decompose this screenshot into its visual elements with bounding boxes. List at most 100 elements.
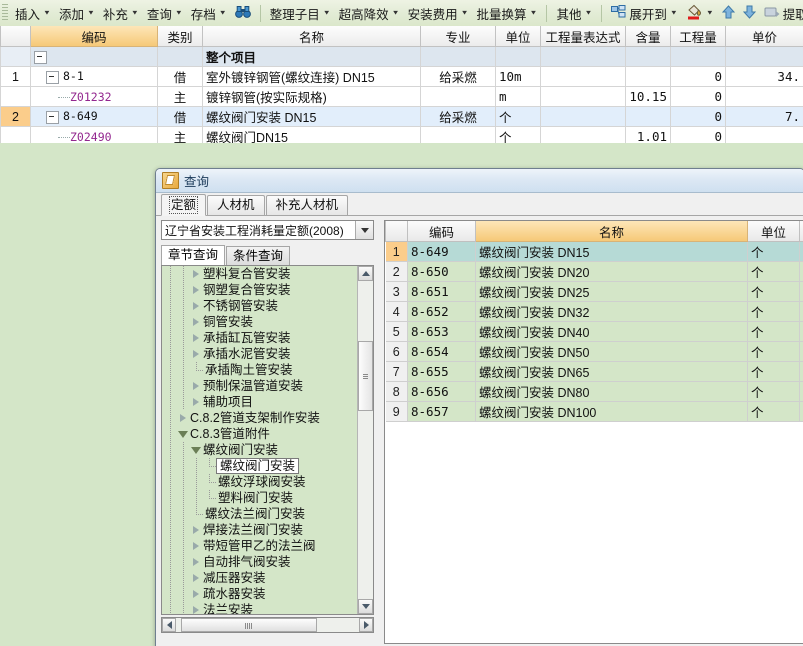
col-header-unit[interactable]: 单位 bbox=[495, 26, 541, 47]
tree-node[interactable]: 塑料复合管安装 bbox=[162, 266, 358, 282]
toolbar-move-up-button[interactable] bbox=[718, 1, 739, 25]
tab-condition-query[interactable]: 条件查询 bbox=[226, 246, 291, 265]
tree-node[interactable]: 螺纹法兰阀门安装 bbox=[162, 506, 358, 522]
result-col-unit[interactable]: 单位 bbox=[747, 221, 800, 242]
scroll-up-icon[interactable] bbox=[358, 266, 373, 281]
tab-quota[interactable]: 定额 bbox=[161, 194, 207, 216]
toolbar-expand-to[interactable]: 展开到 ▼ bbox=[607, 1, 681, 25]
tree-node[interactable]: 带短管甲乙的法兰阀 bbox=[162, 538, 358, 554]
col-header-category[interactable]: 类别 bbox=[157, 26, 203, 47]
chevron-right-icon[interactable] bbox=[190, 590, 201, 598]
chevron-right-icon[interactable] bbox=[190, 526, 201, 534]
tree-node[interactable]: C.8.2管道支架制作安装 bbox=[162, 410, 358, 426]
table-row[interactable]: 1 8-649 螺纹阀门安装 DN15 个 bbox=[385, 241, 803, 262]
tree-node[interactable]: 承插陶土管安装 bbox=[162, 362, 358, 378]
chevron-right-icon[interactable] bbox=[190, 606, 201, 614]
scroll-right-icon[interactable] bbox=[359, 618, 373, 632]
toolbar-supplement[interactable]: 补充 ▼ bbox=[99, 1, 143, 25]
table-row[interactable]: 1 8-1 借 室外镀锌钢管(螺纹连接) DN15 给采燃 10m 0 34. bbox=[0, 66, 803, 87]
toolbar-binoculars-button[interactable] bbox=[231, 1, 255, 25]
toolbar-query[interactable]: 查询 ▼ bbox=[143, 1, 187, 25]
tree-node[interactable]: 承插水泥管安装 bbox=[162, 346, 358, 362]
table-row[interactable]: 8 8-656 螺纹阀门安装 DN80 个 bbox=[385, 381, 803, 402]
chevron-right-icon[interactable] bbox=[190, 398, 201, 406]
tree-node[interactable]: C.8.3管道附件 bbox=[162, 426, 358, 442]
cell-code[interactable]: 8-1 bbox=[30, 66, 158, 87]
cell-code[interactable]: 8-649 bbox=[30, 106, 158, 127]
chevron-right-icon[interactable] bbox=[190, 382, 201, 390]
tab-supplement-labor-material-machine[interactable]: 补充人材机 bbox=[265, 195, 349, 215]
table-row[interactable]: 3 8-651 螺纹阀门安装 DN25 个 bbox=[385, 281, 803, 302]
toolbar-paint-bucket[interactable]: ▼ bbox=[682, 1, 718, 25]
toolbar-move-down-button[interactable] bbox=[739, 1, 760, 25]
chevron-down-icon[interactable] bbox=[355, 221, 373, 239]
tree-node[interactable]: 螺纹阀门安装 bbox=[162, 442, 358, 458]
scrollbar-track[interactable] bbox=[176, 618, 359, 632]
scrollbar-thumb[interactable] bbox=[181, 618, 317, 632]
tree-node[interactable]: 塑料阀门安装 bbox=[162, 490, 358, 506]
tab-chapter-query[interactable]: 章节查询 bbox=[161, 245, 226, 265]
chevron-right-icon[interactable] bbox=[190, 270, 201, 278]
col-header-name[interactable]: 名称 bbox=[202, 26, 421, 47]
collapse-expander-icon[interactable] bbox=[46, 70, 59, 84]
result-col-extra[interactable] bbox=[799, 221, 803, 242]
chevron-down-icon[interactable] bbox=[177, 430, 188, 438]
toolbar-archive[interactable]: 存档 ▼ bbox=[187, 1, 231, 25]
chevron-right-icon[interactable] bbox=[190, 350, 201, 358]
chevron-right-icon[interactable] bbox=[190, 334, 201, 342]
toolbar-grip[interactable] bbox=[2, 4, 8, 22]
quota-library-select[interactable]: 辽宁省安装工程消耗量定额(2008) bbox=[161, 220, 374, 240]
col-header-qty-expr[interactable]: 工程量表达式 bbox=[540, 26, 626, 47]
col-header-rownum[interactable] bbox=[0, 26, 31, 47]
result-col-code[interactable]: 编码 bbox=[407, 221, 476, 242]
table-row[interactable]: 4 8-652 螺纹阀门安装 DN32 个 bbox=[385, 301, 803, 322]
tree-node[interactable]: 法兰安装 bbox=[162, 602, 358, 614]
tree-node[interactable]: 焊接法兰阀门安装 bbox=[162, 522, 358, 538]
chevron-right-icon[interactable] bbox=[190, 558, 201, 566]
tree-node[interactable]: 自动排气阀安装 bbox=[162, 554, 358, 570]
scrollbar-thumb[interactable] bbox=[358, 341, 373, 411]
col-header-content[interactable]: 含量 bbox=[625, 26, 671, 47]
tree-node-selected[interactable]: 螺纹阀门安装 bbox=[162, 458, 358, 474]
table-row[interactable]: 2 8-649 借 螺纹阀门安装 DN15 给采燃 个 0 7. bbox=[0, 106, 803, 127]
chevron-down-icon[interactable] bbox=[190, 446, 201, 454]
toolbar-install-cost[interactable]: 安装费用 ▼ bbox=[404, 1, 473, 25]
col-header-major[interactable]: 专业 bbox=[420, 26, 496, 47]
cell-code[interactable]: Z01232 bbox=[30, 86, 158, 107]
table-row[interactable]: 7 8-655 螺纹阀门安装 DN65 个 bbox=[385, 361, 803, 382]
collapse-expander-icon[interactable] bbox=[34, 50, 47, 64]
query-dialog-titlebar[interactable]: 查询 bbox=[156, 169, 803, 193]
tree-vertical-scrollbar[interactable] bbox=[357, 266, 373, 614]
table-row[interactable]: 整个项目 bbox=[0, 46, 803, 67]
col-header-quantity[interactable]: 工程量 bbox=[670, 26, 726, 47]
chevron-right-icon[interactable] bbox=[190, 286, 201, 294]
chevron-right-icon[interactable] bbox=[190, 574, 201, 582]
chevron-right-icon[interactable] bbox=[190, 318, 201, 326]
scroll-left-icon[interactable] bbox=[162, 618, 176, 632]
table-row[interactable]: 2 8-650 螺纹阀门安装 DN20 个 bbox=[385, 261, 803, 282]
toolbar-height-reduction[interactable]: 超高降效 ▼ bbox=[335, 1, 404, 25]
col-header-code[interactable]: 编码 bbox=[30, 26, 158, 47]
tree-node[interactable]: 铜管安装 bbox=[162, 314, 358, 330]
chevron-right-icon[interactable] bbox=[190, 542, 201, 550]
tree-node[interactable]: 疏水器安装 bbox=[162, 586, 358, 602]
table-row[interactable]: Z01232 主 镀锌钢管(按实际规格) m 10.15 0 bbox=[0, 86, 803, 107]
tree-node[interactable]: 减压器安装 bbox=[162, 570, 358, 586]
toolbar-add[interactable]: 添加 ▼ bbox=[55, 1, 99, 25]
cell-code[interactable] bbox=[30, 46, 158, 67]
toolbar-other[interactable]: 其他 ▼ bbox=[552, 1, 596, 25]
chevron-right-icon[interactable] bbox=[190, 302, 201, 310]
tab-labor-material-machine[interactable]: 人材机 bbox=[207, 195, 265, 215]
tree-horizontal-scrollbar[interactable] bbox=[161, 617, 374, 633]
toolbar-organize-subitems[interactable]: 整理子目 ▼ bbox=[266, 1, 335, 25]
chevron-right-icon[interactable] bbox=[177, 414, 188, 422]
col-header-price[interactable]: 单价 bbox=[725, 26, 803, 47]
result-col-name[interactable]: 名称 bbox=[475, 221, 748, 242]
table-row[interactable]: 5 8-653 螺纹阀门安装 DN40 个 bbox=[385, 321, 803, 342]
tree-node[interactable]: 预制保温管道安装 bbox=[162, 378, 358, 394]
tree-node[interactable]: 螺纹浮球阀安装 bbox=[162, 474, 358, 490]
scroll-down-icon[interactable] bbox=[358, 599, 373, 614]
tree-node[interactable]: 承插缸瓦管安装 bbox=[162, 330, 358, 346]
collapse-expander-icon[interactable] bbox=[46, 110, 59, 124]
toolbar-batch-convert[interactable]: 批量换算 ▼ bbox=[473, 1, 542, 25]
